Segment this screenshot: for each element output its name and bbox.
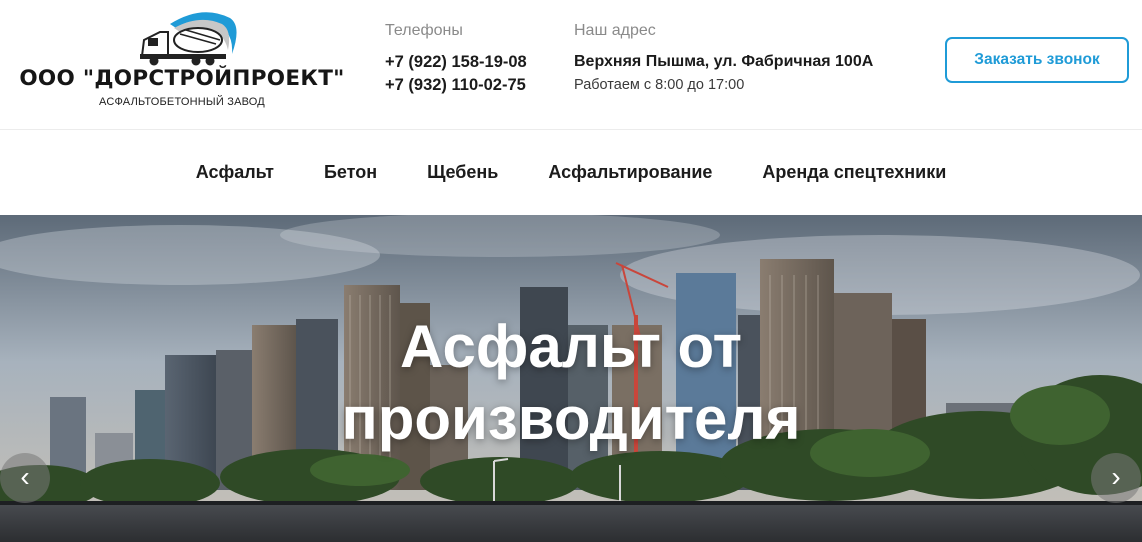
hero-title: Асфальт от производителя: [300, 311, 842, 455]
nav-item-gravel[interactable]: Щебень: [402, 162, 523, 183]
working-hours: Работаем с 8:00 до 17:00: [574, 77, 745, 93]
chevron-right-icon: ›: [1111, 461, 1121, 492]
phone-link-1[interactable]: +7 (922) 158-19-08: [385, 53, 527, 72]
slider-next-button[interactable]: ›: [1091, 453, 1141, 503]
phones-block: Телефоны +7 (922) 158-19-08 +7 (932) 110…: [385, 22, 527, 95]
hero-title-line-2: производителя: [341, 385, 801, 452]
nav-item-concrete[interactable]: Бетон: [299, 162, 402, 183]
order-callback-button[interactable]: Заказать звонок: [945, 37, 1129, 83]
nav-item-equipment-rental[interactable]: Аренда спецтехники: [737, 162, 971, 183]
address-block: Наш адрес Верхняя Пышма, ул. Фабричная 1…: [574, 22, 873, 93]
nav-item-asphalt[interactable]: Асфальт: [171, 162, 299, 183]
company-logo[interactable]: ООО "ДОРСТРОЙПРОЕКТ" АСФАЛЬТОБЕТОННЫЙ ЗА…: [12, 8, 352, 112]
hero-title-line-1: Асфальт от: [399, 313, 743, 380]
nav-item-paving[interactable]: Асфальтирование: [523, 162, 737, 183]
slider-prev-button[interactable]: ‹: [0, 453, 50, 503]
hero-slider: Асфальт от производителя ‹ ›: [0, 215, 1142, 542]
site-header: ООО "ДОРСТРОЙПРОЕКТ" АСФАЛЬТОБЕТОННЫЙ ЗА…: [0, 0, 1142, 130]
address-value: Верхняя Пышма, ул. Фабричная 100А: [574, 53, 874, 70]
company-subtitle: АСФАЛЬТОБЕТОННЫЙ ЗАВОД: [99, 96, 265, 108]
chevron-left-icon: ‹: [20, 461, 30, 492]
phone-link-2[interactable]: +7 (932) 110-02-75: [385, 76, 527, 95]
company-name: ООО "ДОРСТРОЙПРОЕКТ": [19, 66, 345, 91]
phones-label: Телефоны: [385, 22, 463, 39]
main-nav: Асфальт Бетон Щебень Асфальтирование Аре…: [0, 130, 1142, 215]
address-label: Наш адрес: [574, 22, 656, 39]
concrete-mixer-truck-icon: [140, 12, 237, 66]
nav-list: Асфальт Бетон Щебень Асфальтирование Аре…: [0, 130, 1142, 215]
